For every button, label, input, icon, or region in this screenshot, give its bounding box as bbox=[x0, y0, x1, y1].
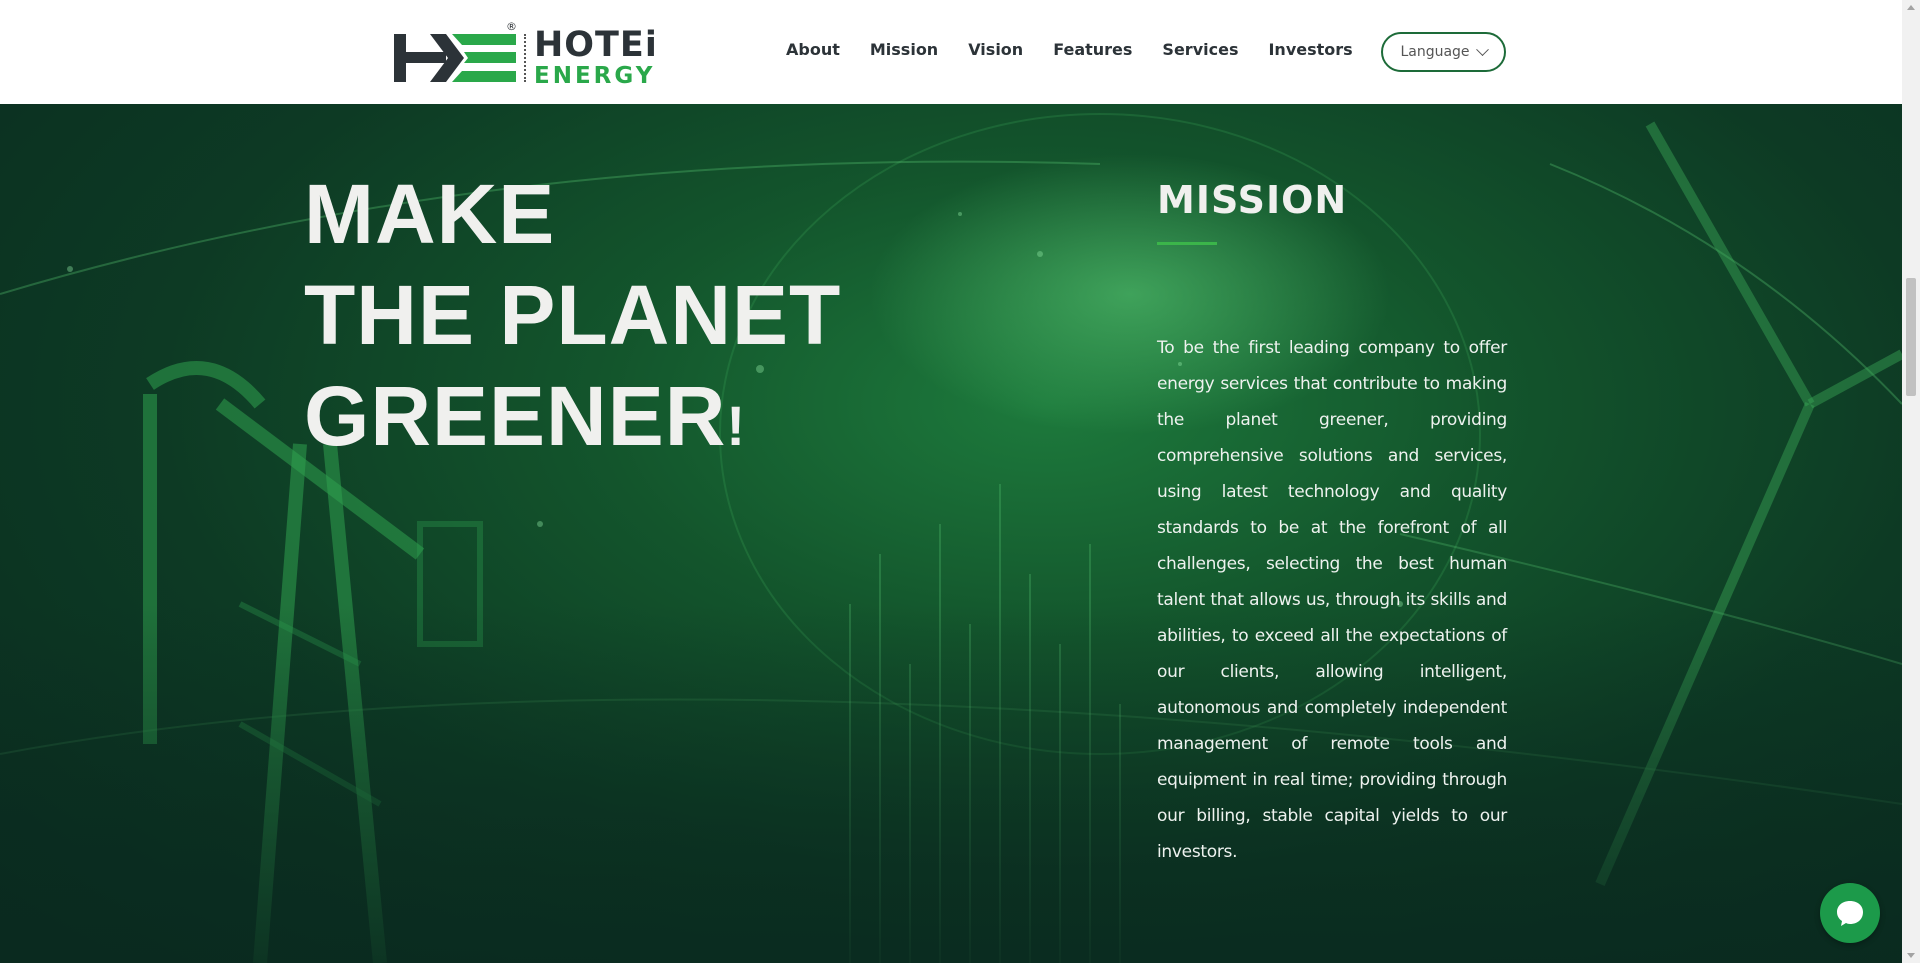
registered-mark: ® bbox=[506, 20, 517, 33]
headline-line3-wrap: GREENER! bbox=[304, 366, 841, 476]
mission-title-underline bbox=[1157, 242, 1217, 245]
he-logo-mark-icon bbox=[394, 34, 516, 82]
language-label: Language bbox=[1400, 44, 1470, 60]
hotei-energy-logo[interactable]: ® HOTEi ENERGY bbox=[394, 20, 700, 88]
logo-brand-line1: HOTEi bbox=[534, 25, 658, 65]
nav-investors[interactable]: Investors bbox=[1268, 40, 1352, 59]
nav-services[interactable]: Services bbox=[1162, 40, 1238, 59]
main-nav: About Mission Vision Features Services I… bbox=[786, 40, 1353, 59]
headline-line2: THE PLANET bbox=[304, 268, 842, 362]
scroll-down-arrow-icon[interactable] bbox=[1907, 953, 1915, 958]
nav-about[interactable]: About bbox=[786, 40, 840, 59]
headline-exclamation: ! bbox=[726, 394, 747, 457]
hero-headline: MAKE THE PLANET GREENER! bbox=[304, 164, 841, 476]
logo-divider bbox=[524, 34, 526, 82]
chevron-down-icon bbox=[1475, 42, 1489, 56]
page-scrollbar[interactable] bbox=[1902, 0, 1920, 963]
chat-launcher-button[interactable] bbox=[1820, 883, 1880, 943]
hero-background-illustration bbox=[0, 113, 1902, 963]
logo-wordmark: HOTEi ENERGY bbox=[534, 26, 658, 88]
logo-brand-line2: ENERGY bbox=[534, 63, 656, 89]
language-dropdown-button[interactable]: Language bbox=[1381, 32, 1506, 72]
nav-mission[interactable]: Mission bbox=[870, 40, 938, 59]
headline-line3: GREENER bbox=[304, 369, 727, 463]
scrollbar-thumb[interactable] bbox=[1906, 278, 1916, 396]
headline-line1: MAKE bbox=[304, 167, 556, 261]
site-header: ® HOTEi ENERGY About Mission Vision Feat… bbox=[0, 0, 1902, 104]
mission-hero-section: MAKE THE PLANET GREENER! MISSION To be t… bbox=[0, 104, 1902, 963]
chat-bubble-icon bbox=[1837, 901, 1863, 926]
mission-title: MISSION bbox=[1157, 178, 1348, 222]
mission-block: MISSION To be the first leading company … bbox=[1157, 176, 1507, 870]
mission-body-text: To be the first leading company to offer… bbox=[1157, 338, 1507, 862]
nav-vision[interactable]: Vision bbox=[968, 40, 1023, 59]
scroll-up-arrow-icon[interactable] bbox=[1907, 5, 1915, 10]
nav-features[interactable]: Features bbox=[1053, 40, 1132, 59]
